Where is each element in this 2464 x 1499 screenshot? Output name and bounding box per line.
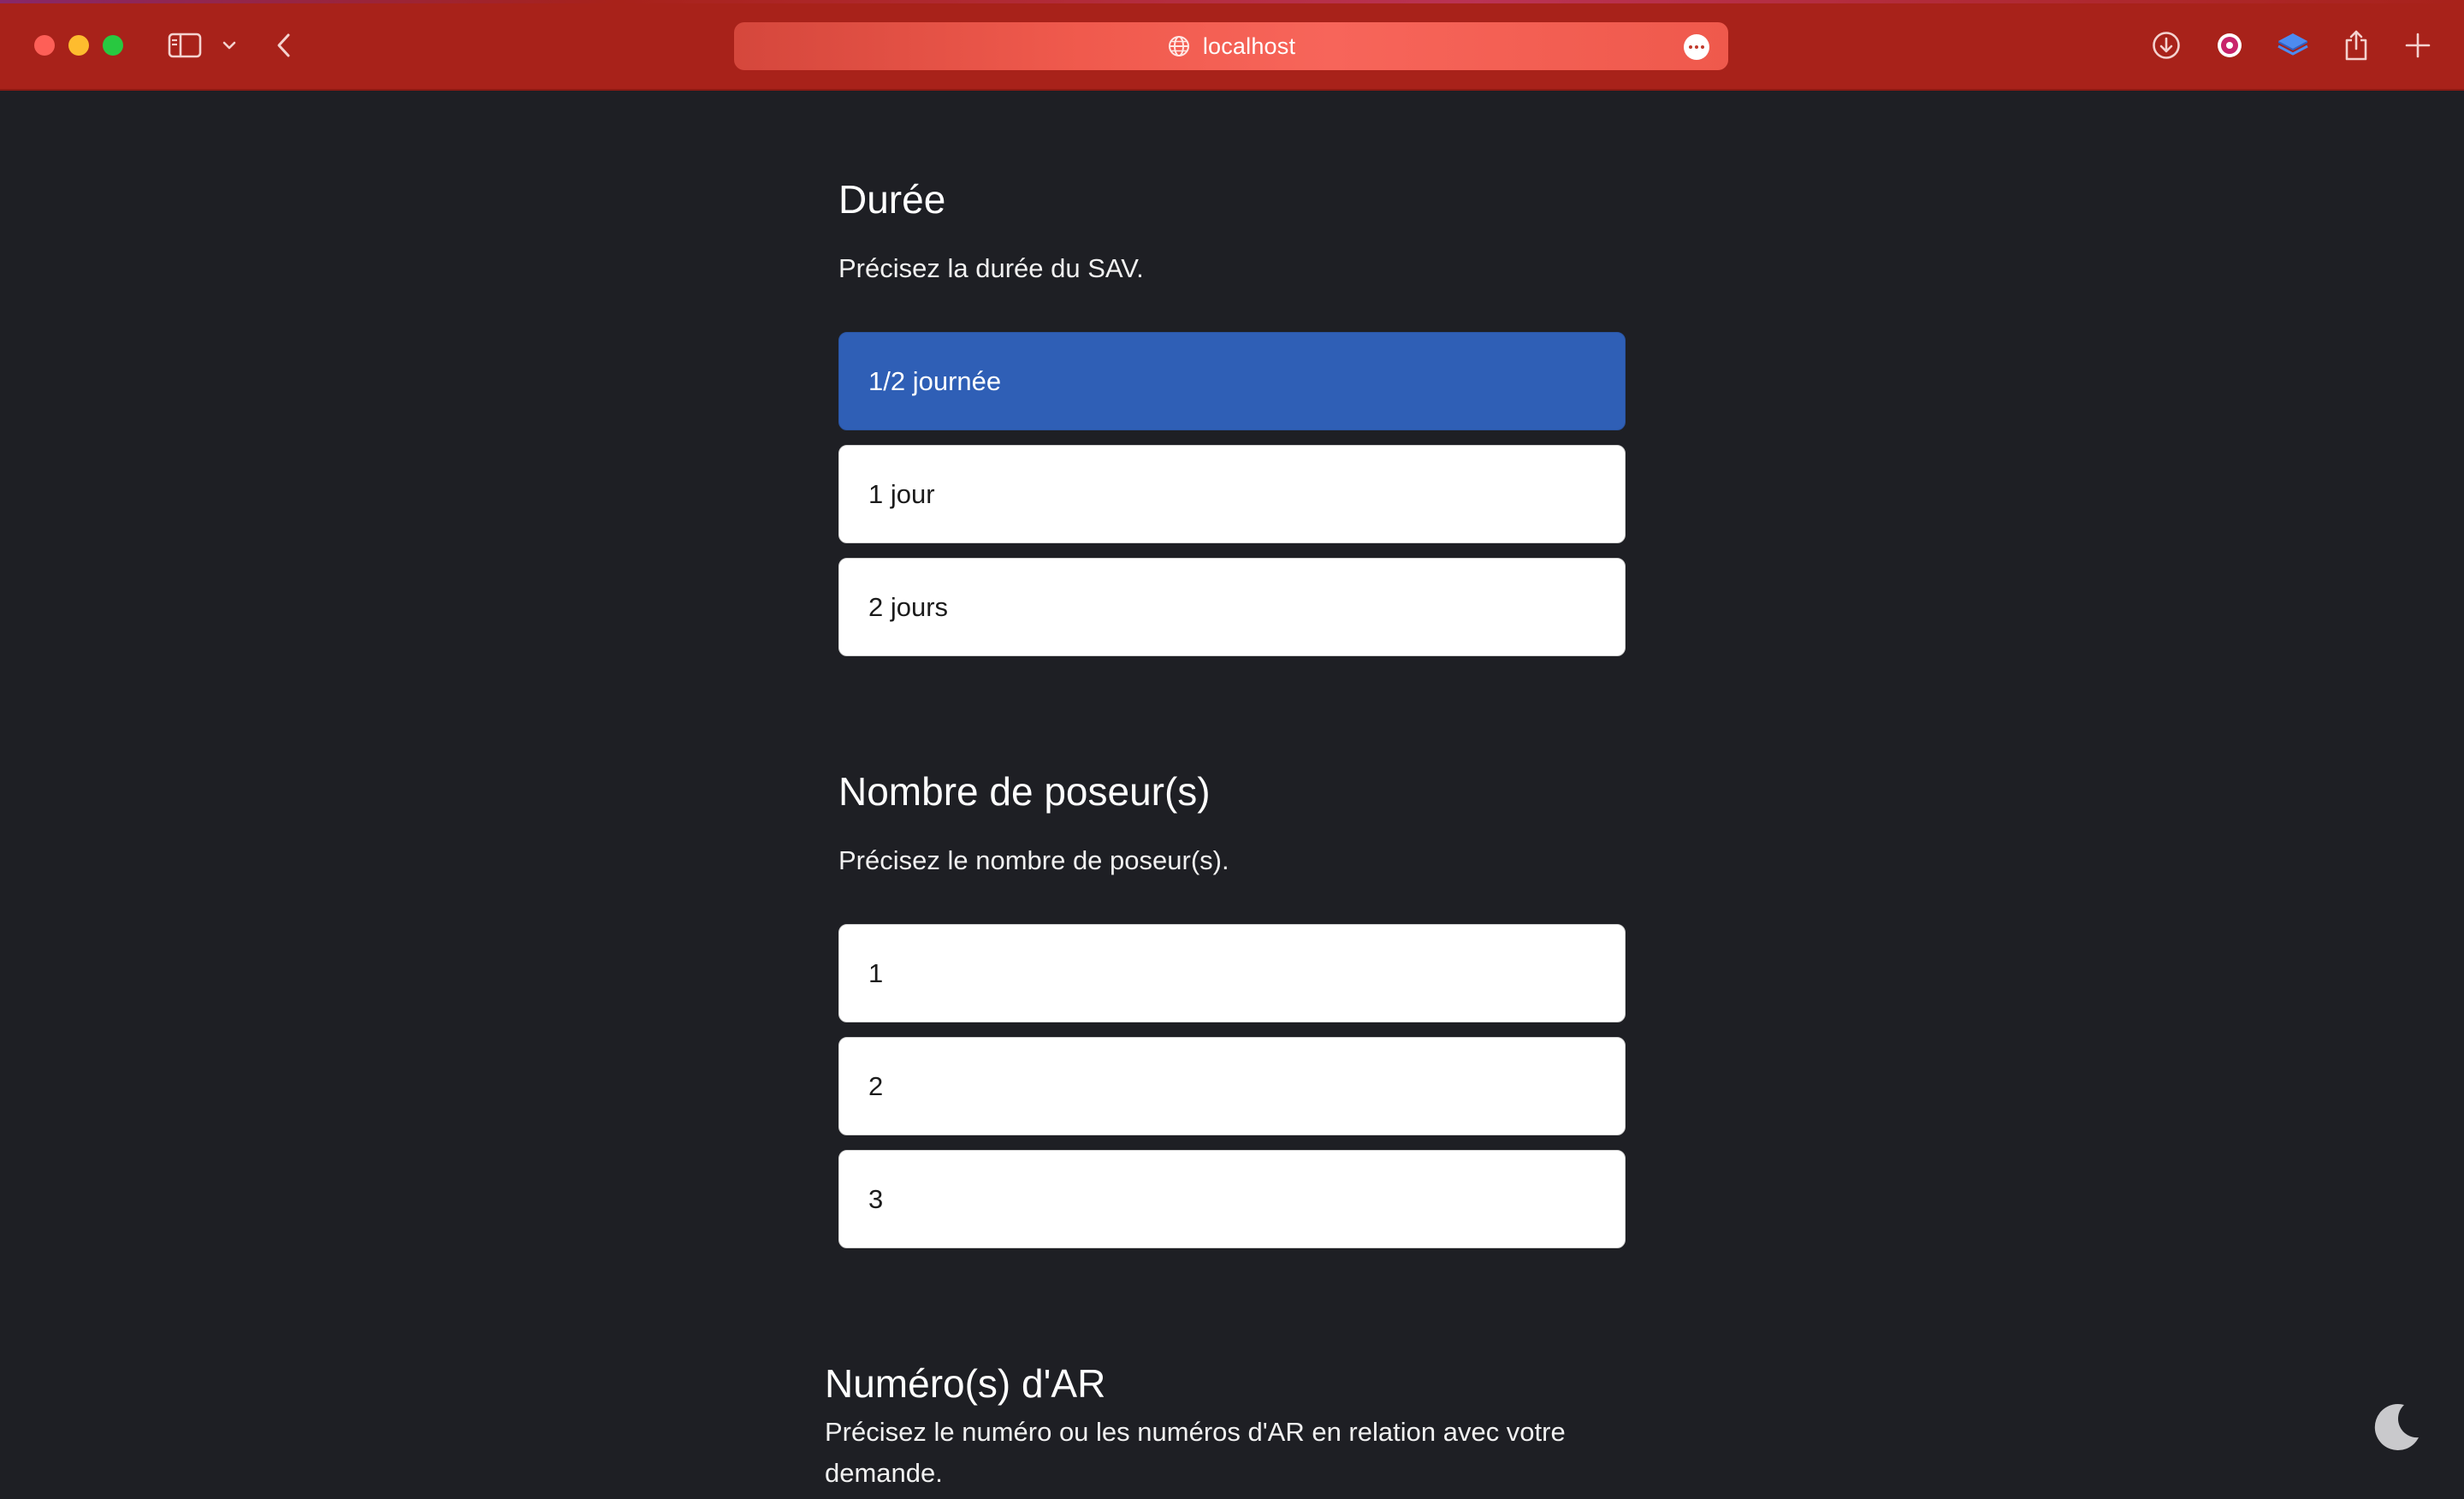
ar-description-line1: Précisez le numéro ou les numéros d'AR e… xyxy=(825,1417,1566,1447)
back-button[interactable] xyxy=(272,26,296,65)
url-text: localhost xyxy=(1202,33,1296,59)
address-bar[interactable]: localhost xyxy=(734,22,1728,70)
duree-title: Durée xyxy=(838,177,946,222)
chevron-down-icon xyxy=(222,41,236,50)
globe-icon xyxy=(1168,36,1189,56)
browser-toolbar: localhost xyxy=(0,0,2464,91)
more-icon xyxy=(1689,45,1704,49)
dark-mode-toggle[interactable] xyxy=(2370,1400,2423,1453)
downloads-button[interactable] xyxy=(2149,26,2183,65)
share-button[interactable] xyxy=(2341,26,2372,65)
duree-option-half-day[interactable]: 1/2 journée xyxy=(838,332,1626,430)
page-menu-button[interactable] xyxy=(1684,34,1709,60)
extension-button[interactable] xyxy=(2212,26,2247,65)
duree-option-two-days[interactable]: 2 jours xyxy=(838,558,1626,656)
close-window-button[interactable] xyxy=(34,35,55,56)
poseurs-title: Nombre de poseur(s) xyxy=(838,769,1211,814)
poseurs-option-2[interactable]: 2 xyxy=(838,1037,1626,1135)
back-icon xyxy=(277,33,290,57)
duree-description: Précisez la durée du SAV. xyxy=(838,253,1144,283)
extension-icon xyxy=(2218,33,2242,57)
sidebar-toggle-button[interactable] xyxy=(166,26,204,65)
tab-group-menu-button[interactable] xyxy=(219,26,240,65)
share-icon xyxy=(2345,30,2367,61)
poseurs-description: Précisez le nombre de poseur(s). xyxy=(838,845,1229,875)
new-tab-button[interactable] xyxy=(2402,26,2433,65)
toolbar-accent-line xyxy=(0,0,2464,3)
duree-option-one-day[interactable]: 1 jour xyxy=(838,445,1626,543)
layers-icon xyxy=(2277,33,2308,56)
minimize-window-button[interactable] xyxy=(68,35,89,56)
plus-icon xyxy=(2405,33,2431,58)
download-icon xyxy=(2153,32,2180,59)
moon-icon xyxy=(2374,1404,2419,1451)
sidebar-icon xyxy=(168,33,202,58)
ar-description-line2: demande. xyxy=(825,1458,943,1488)
ar-title: Numéro(s) d'AR xyxy=(825,1361,1106,1406)
poseurs-option-3[interactable]: 3 xyxy=(838,1150,1626,1248)
layers-extension-button[interactable] xyxy=(2276,26,2310,65)
zoom-window-button[interactable] xyxy=(103,35,123,56)
poseurs-option-1[interactable]: 1 xyxy=(838,924,1626,1022)
